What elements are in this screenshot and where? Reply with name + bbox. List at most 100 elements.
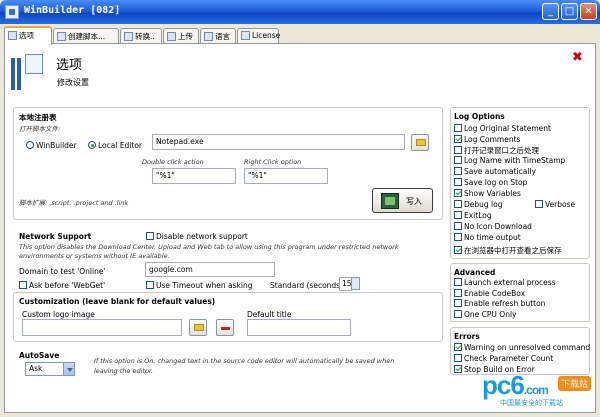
right-click-field[interactable]: "%1" — [244, 168, 328, 184]
advanced-title: Advanced — [454, 268, 496, 277]
checkbox-label: Save automatically — [464, 167, 536, 176]
write-button-label: 写入 — [406, 197, 422, 206]
save-after-browser-checkbox[interactable]: 在浏览器中打开查看之后保存 — [454, 245, 562, 256]
advanced-group: Advanced Launch external process Enable … — [450, 263, 590, 322]
timeout-spinner[interactable] — [351, 277, 360, 290]
checkbox — [454, 354, 462, 362]
standard-seconds-label: Standard (seconds) — [270, 281, 344, 290]
tab-upload[interactable]: 上传 — [163, 28, 199, 44]
one-cpu-checkbox[interactable]: One CPU Only — [454, 310, 516, 319]
close-panel-icon[interactable]: ✖ — [572, 50, 583, 65]
disable-network-checkbox[interactable]: Disable network support — [146, 232, 248, 241]
domain-label: Domain to test 'Online' — [19, 267, 106, 276]
tab-convert[interactable]: 转换.. — [120, 28, 162, 44]
close-button[interactable]: ✕ — [580, 3, 597, 20]
launch-external-checkbox[interactable]: Launch external process — [454, 278, 556, 287]
tab-create-script[interactable]: 创建脚本... — [53, 28, 119, 44]
customization-group: Customization (leave blank for default v… — [13, 292, 443, 342]
debug-log-checkbox[interactable]: Debug log — [454, 200, 502, 209]
radio-winbuilder[interactable]: WinBuilder — [26, 141, 77, 150]
show-variables-checkbox[interactable]: Show Variables — [454, 189, 521, 198]
minimize-button[interactable]: _ — [542, 3, 559, 20]
editor-path-field[interactable]: Notepad.exe — [152, 134, 405, 150]
checkbox-label: ExitLog — [464, 211, 492, 220]
app-icon — [5, 5, 19, 19]
autosave-select[interactable]: Ask — [25, 362, 75, 376]
title-bar[interactable]: WinBuilder [082] _ □ ✕ — [0, 0, 600, 24]
page-title: 选项 — [56, 58, 83, 73]
checkbox — [454, 178, 462, 186]
radio-button — [26, 141, 34, 149]
convert-icon — [124, 32, 133, 41]
right-click-label: Right Click option — [244, 158, 302, 166]
checkbox — [454, 146, 462, 154]
checkbox-label: Enable CodeBox — [464, 289, 526, 298]
default-title-field[interactable] — [247, 319, 351, 336]
extensions-note: 脚本扩展: .script, .project and .link — [19, 199, 129, 207]
script-icon — [57, 32, 66, 41]
checkbox-label: Launch external process — [464, 278, 556, 287]
autosave-note: If this option is On, changed text in th… — [94, 357, 395, 375]
checkbox-label: Log Comments — [464, 135, 521, 144]
tab-label: 选项 — [19, 31, 34, 40]
maximize-button[interactable]: □ — [561, 3, 578, 20]
browse-logo-button[interactable] — [189, 319, 207, 336]
no-icon-download-checkbox[interactable]: No Icon Download — [454, 222, 532, 231]
domain-field[interactable]: google.com — [145, 262, 275, 277]
enable-refresh-checkbox[interactable]: Enable refresh button — [454, 299, 545, 308]
use-timeout-checkbox[interactable]: Use Timeout when asking — [146, 281, 253, 290]
autosave-title: AutoSave — [19, 351, 60, 360]
tab-label: License — [252, 31, 281, 40]
log-timestamp-checkbox[interactable]: Log Name with TimeStamp — [454, 156, 565, 165]
log-comments-checkbox[interactable]: Log Comments — [454, 135, 520, 144]
checkbox-label: Use Timeout when asking — [156, 281, 253, 290]
checkbox — [454, 200, 462, 208]
exit-log-checkbox[interactable]: ExitLog — [454, 211, 492, 220]
checkbox — [454, 289, 462, 297]
save-log-on-stop-checkbox[interactable]: Save log on Stop — [454, 178, 527, 187]
check-parameter-count-checkbox[interactable]: Check Parameter Count — [454, 354, 553, 363]
checkbox — [454, 211, 462, 219]
custom-logo-field[interactable] — [22, 319, 182, 336]
options-panel: 选项 修改设置 ✖ 本地注册表 打开脚本文件: WinBuilder Local… — [4, 43, 596, 413]
page-subtitle: 修改设置 — [57, 78, 89, 87]
options-logo-icon — [11, 54, 45, 94]
watermark-subtitle: 中国最安全的下载站 — [500, 399, 563, 407]
save-automatically-checkbox[interactable]: Save automatically — [454, 167, 536, 176]
double-click-label: Double click action — [142, 158, 204, 166]
warn-unresolved-checkbox[interactable]: Warning on unresolved command — [454, 343, 590, 352]
checkbox-label: Disable network support — [156, 232, 248, 241]
checkbox-label: Save log on Stop — [464, 178, 528, 187]
checkbox — [454, 246, 462, 254]
verbose-checkbox[interactable]: Verbose — [535, 200, 575, 209]
write-registry-button[interactable]: 写入 — [372, 188, 433, 213]
checkbox — [454, 135, 462, 143]
ask-webget-checkbox[interactable]: Ask before 'WebGet' — [19, 281, 105, 290]
checkbox-label: Check Parameter Count — [464, 354, 554, 363]
minus-icon — [221, 327, 230, 330]
registry-title: 本地注册表 — [19, 113, 57, 122]
errors-group: Errors Warning on unresolved command Che… — [450, 327, 590, 375]
browse-editor-button[interactable] — [411, 134, 429, 151]
open-log-window-checkbox[interactable]: 打开记录窗口之后处理 — [454, 145, 539, 156]
checkbox-label: One CPU Only — [464, 310, 517, 319]
checkbox-label: Log Original Statement — [464, 124, 551, 133]
tab-language[interactable]: 语言 — [200, 28, 236, 44]
no-time-output-checkbox[interactable]: No time output — [454, 233, 521, 242]
network-title: Network Support — [19, 232, 92, 241]
folder-icon — [416, 139, 426, 146]
tab-license[interactable]: License — [237, 28, 281, 44]
radio-local-editor[interactable]: Local Editor — [88, 141, 142, 150]
log-options-group: Log Options Log Original Statement Log C… — [450, 107, 590, 259]
radio-label: Local Editor — [98, 141, 143, 150]
checkbox — [454, 299, 462, 307]
checkbox — [454, 124, 462, 132]
enable-codebox-checkbox[interactable]: Enable CodeBox — [454, 289, 525, 298]
checkbox — [454, 365, 462, 373]
checkbox — [454, 343, 462, 351]
tab-options[interactable]: 选项 — [4, 26, 52, 45]
double-click-field[interactable]: "%1" — [152, 168, 236, 184]
checkbox — [454, 189, 462, 197]
log-original-checkbox[interactable]: Log Original Statement — [454, 124, 551, 133]
remove-logo-button[interactable] — [216, 319, 234, 336]
